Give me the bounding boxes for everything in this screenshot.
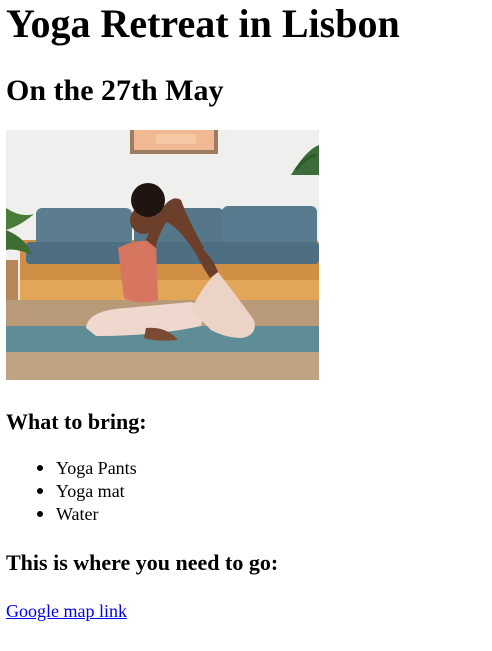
what-to-bring-heading: What to bring: xyxy=(6,409,147,434)
page-title: Yoga Retreat in Lisbon xyxy=(6,1,400,46)
bullet-icon xyxy=(37,488,43,494)
list-item-label: Yoga Pants xyxy=(56,458,137,478)
yoga-photo xyxy=(6,130,319,380)
event-date-heading: On the 27th May xyxy=(6,74,224,107)
google-map-link[interactable]: Google map link xyxy=(6,600,127,622)
list-item: Water xyxy=(37,503,492,526)
page-content: Yoga Retreat in Lisbon On the 27th May W… xyxy=(0,0,492,622)
list-item-label: Yoga mat xyxy=(56,481,125,501)
list-item-label: Water xyxy=(56,504,99,524)
list-item: Yoga mat xyxy=(37,480,492,503)
bullet-icon xyxy=(37,511,43,517)
list-item: Yoga Pants xyxy=(37,457,492,480)
bring-list: Yoga Pants Yoga mat Water xyxy=(6,457,492,526)
bullet-icon xyxy=(37,465,43,471)
location-heading: This is where you need to go: xyxy=(6,550,279,575)
